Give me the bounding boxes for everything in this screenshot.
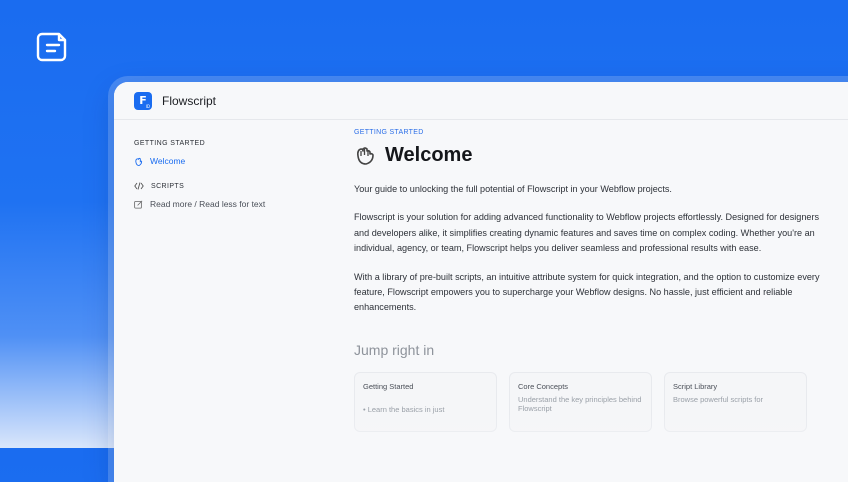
sidebar-item-label: Welcome bbox=[150, 156, 186, 166]
sidebar: GETTING STARTED Welcome SCRIPTS Read mor… bbox=[134, 140, 334, 209]
intro-paragraph: Your guide to unlocking the full potenti… bbox=[354, 184, 672, 194]
features-paragraph: With a library of pre-built scripts, an … bbox=[354, 271, 820, 313]
card-desc: Browse powerful scripts for bbox=[673, 394, 764, 404]
waving-hand-icon bbox=[357, 146, 374, 165]
sidebar-heading-getting-started: GETTING STARTED bbox=[134, 140, 206, 147]
title-row: Welcome bbox=[354, 144, 824, 167]
edit-icon bbox=[134, 200, 143, 209]
card-title: Core Concepts bbox=[518, 381, 569, 391]
code-icon bbox=[134, 182, 144, 190]
description-paragraph: Flowscript is your solution for adding a… bbox=[354, 212, 820, 254]
docs-window: F ID Flowscript GETTING STARTED Welcome … bbox=[114, 82, 848, 482]
sidebar-item-read-more[interactable]: Read more / Read less for text bbox=[134, 199, 334, 209]
page-title: Welcome bbox=[385, 144, 473, 166]
jump-heading: Jump right in bbox=[354, 341, 435, 358]
sidebar-heading-label: SCRIPTS bbox=[151, 182, 185, 190]
card-desc: Understand the key principles behind Flo… bbox=[518, 394, 642, 413]
waving-hand-icon bbox=[135, 157, 143, 166]
sidebar-item-welcome[interactable]: Welcome bbox=[134, 156, 334, 166]
app-name: Flowscript bbox=[162, 93, 217, 108]
document-icon bbox=[36, 32, 67, 62]
flowscript-logo[interactable]: F ID bbox=[134, 91, 152, 110]
sidebar-item-label: Read more / Read less for text bbox=[150, 199, 266, 209]
section-kicker: GETTING STARTED bbox=[354, 129, 424, 136]
card-title: Script Library bbox=[673, 381, 718, 391]
bottom-fade bbox=[114, 412, 848, 482]
top-bar: F ID Flowscript bbox=[114, 82, 848, 120]
sidebar-heading-scripts: SCRIPTS bbox=[134, 182, 334, 190]
main-content: GETTING STARTED Welcome Your guide to un… bbox=[354, 129, 824, 432]
card-title: Getting Started bbox=[363, 381, 414, 391]
